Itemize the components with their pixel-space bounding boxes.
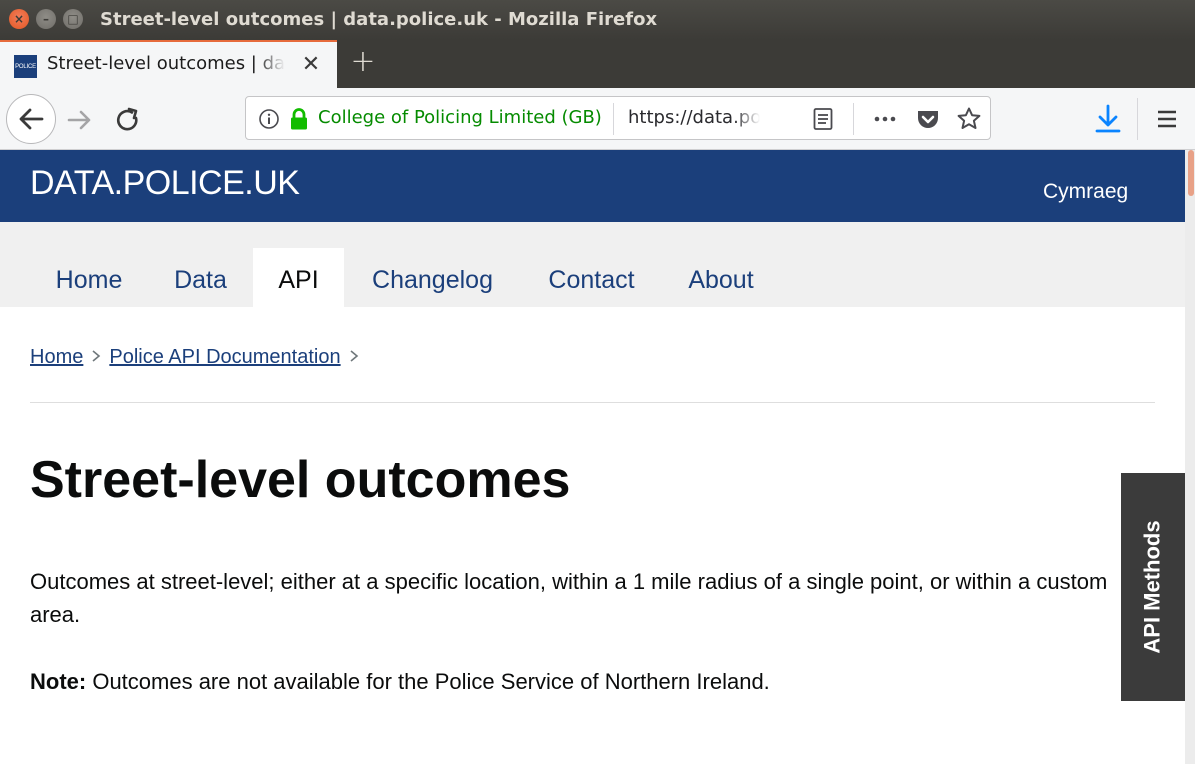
breadcrumb-home-link[interactable]: Home <box>30 346 83 368</box>
new-tab-button[interactable]: + <box>346 46 380 80</box>
nav-item-contact[interactable]: Contact <box>521 248 662 307</box>
page-viewport: DATA.POLICE.UK Cymraeg Home Data API Cha… <box>0 150 1195 764</box>
nav-item-data[interactable]: Data <box>148 248 253 307</box>
tab-strip: POLICE Street-level outcomes | data.poli… <box>0 40 1195 88</box>
arrow-left-icon <box>19 108 44 130</box>
scrollbar-thumb[interactable] <box>1188 150 1194 196</box>
lock-icon <box>291 108 307 130</box>
reload-icon <box>116 107 138 131</box>
api-methods-label: API Methods <box>1140 520 1166 654</box>
language-toggle-link[interactable]: Cymraeg <box>1043 180 1128 204</box>
navigation-toolbar: College of Policing Limited (GB) https:/… <box>0 88 1195 150</box>
forward-button[interactable] <box>64 104 96 136</box>
police-favicon-icon: POLICE <box>14 55 37 78</box>
site-navigation: Home Data API Changelog Contact About <box>0 222 1185 307</box>
site-logo[interactable]: DATA.POLICE.UK <box>30 164 300 203</box>
window-titlebar: × – □ Street-level outcomes | data.polic… <box>0 0 1195 40</box>
page-scrollbar[interactable] <box>1185 150 1195 764</box>
window-maximize-button[interactable]: □ <box>63 9 83 29</box>
content-divider <box>30 402 1155 403</box>
back-button[interactable] <box>6 94 56 144</box>
star-icon[interactable] <box>956 106 982 132</box>
urlbar-separator <box>613 103 614 135</box>
info-icon <box>259 109 279 129</box>
api-methods-tab[interactable]: API Methods <box>1121 473 1185 701</box>
page-title: Street-level outcomes <box>30 451 571 509</box>
hamburger-menu-icon[interactable] <box>1154 106 1180 132</box>
breadcrumb-separator-icon <box>91 349 101 368</box>
window-minimize-button[interactable]: – <box>36 9 56 29</box>
reader-view-icon[interactable] <box>812 107 834 131</box>
window-title: Street-level outcomes | data.police.uk -… <box>100 9 658 30</box>
nav-item-api[interactable]: API <box>253 248 344 307</box>
site-identity-label[interactable]: College of Policing Limited (GB) <box>318 107 602 128</box>
download-icon[interactable] <box>1094 103 1122 135</box>
toolbar-separator <box>1137 98 1138 140</box>
site-info-button[interactable] <box>258 108 280 130</box>
breadcrumb-separator-icon <box>349 349 359 368</box>
window-close-button[interactable]: × <box>9 9 29 29</box>
breadcrumb: Home Police API Documentation <box>30 346 367 372</box>
nav-item-changelog[interactable]: Changelog <box>344 248 521 307</box>
tab-close-icon[interactable]: ✕ <box>299 53 323 77</box>
tab-title: Street-level outcomes | data.police.uk <box>47 53 285 74</box>
tab-street-level-outcomes[interactable]: POLICE Street-level outcomes | data.poli… <box>0 40 337 88</box>
url-bar[interactable]: College of Policing Limited (GB) https:/… <box>245 96 991 140</box>
breadcrumb-api-docs-link[interactable]: Police API Documentation <box>109 346 340 368</box>
urlbar-actions-separator <box>853 103 854 135</box>
nav-item-home[interactable]: Home <box>30 248 148 307</box>
note-text: Outcomes are not available for the Polic… <box>86 669 770 694</box>
secure-connection-button[interactable] <box>288 107 310 131</box>
note-label: Note: <box>30 669 87 694</box>
reload-button[interactable] <box>112 104 144 136</box>
url-input[interactable]: https://data.police.uk/docs/method/outco… <box>628 107 760 128</box>
note-paragraph: Note: Outcomes are not available for the… <box>30 665 1120 698</box>
arrow-right-icon <box>67 110 91 130</box>
site-header: DATA.POLICE.UK Cymraeg <box>0 150 1185 222</box>
nav-item-about[interactable]: About <box>662 248 780 307</box>
more-icon[interactable] <box>872 107 898 131</box>
intro-paragraph: Outcomes at street-level; either at a sp… <box>30 569 1108 627</box>
pocket-icon[interactable] <box>915 106 941 132</box>
